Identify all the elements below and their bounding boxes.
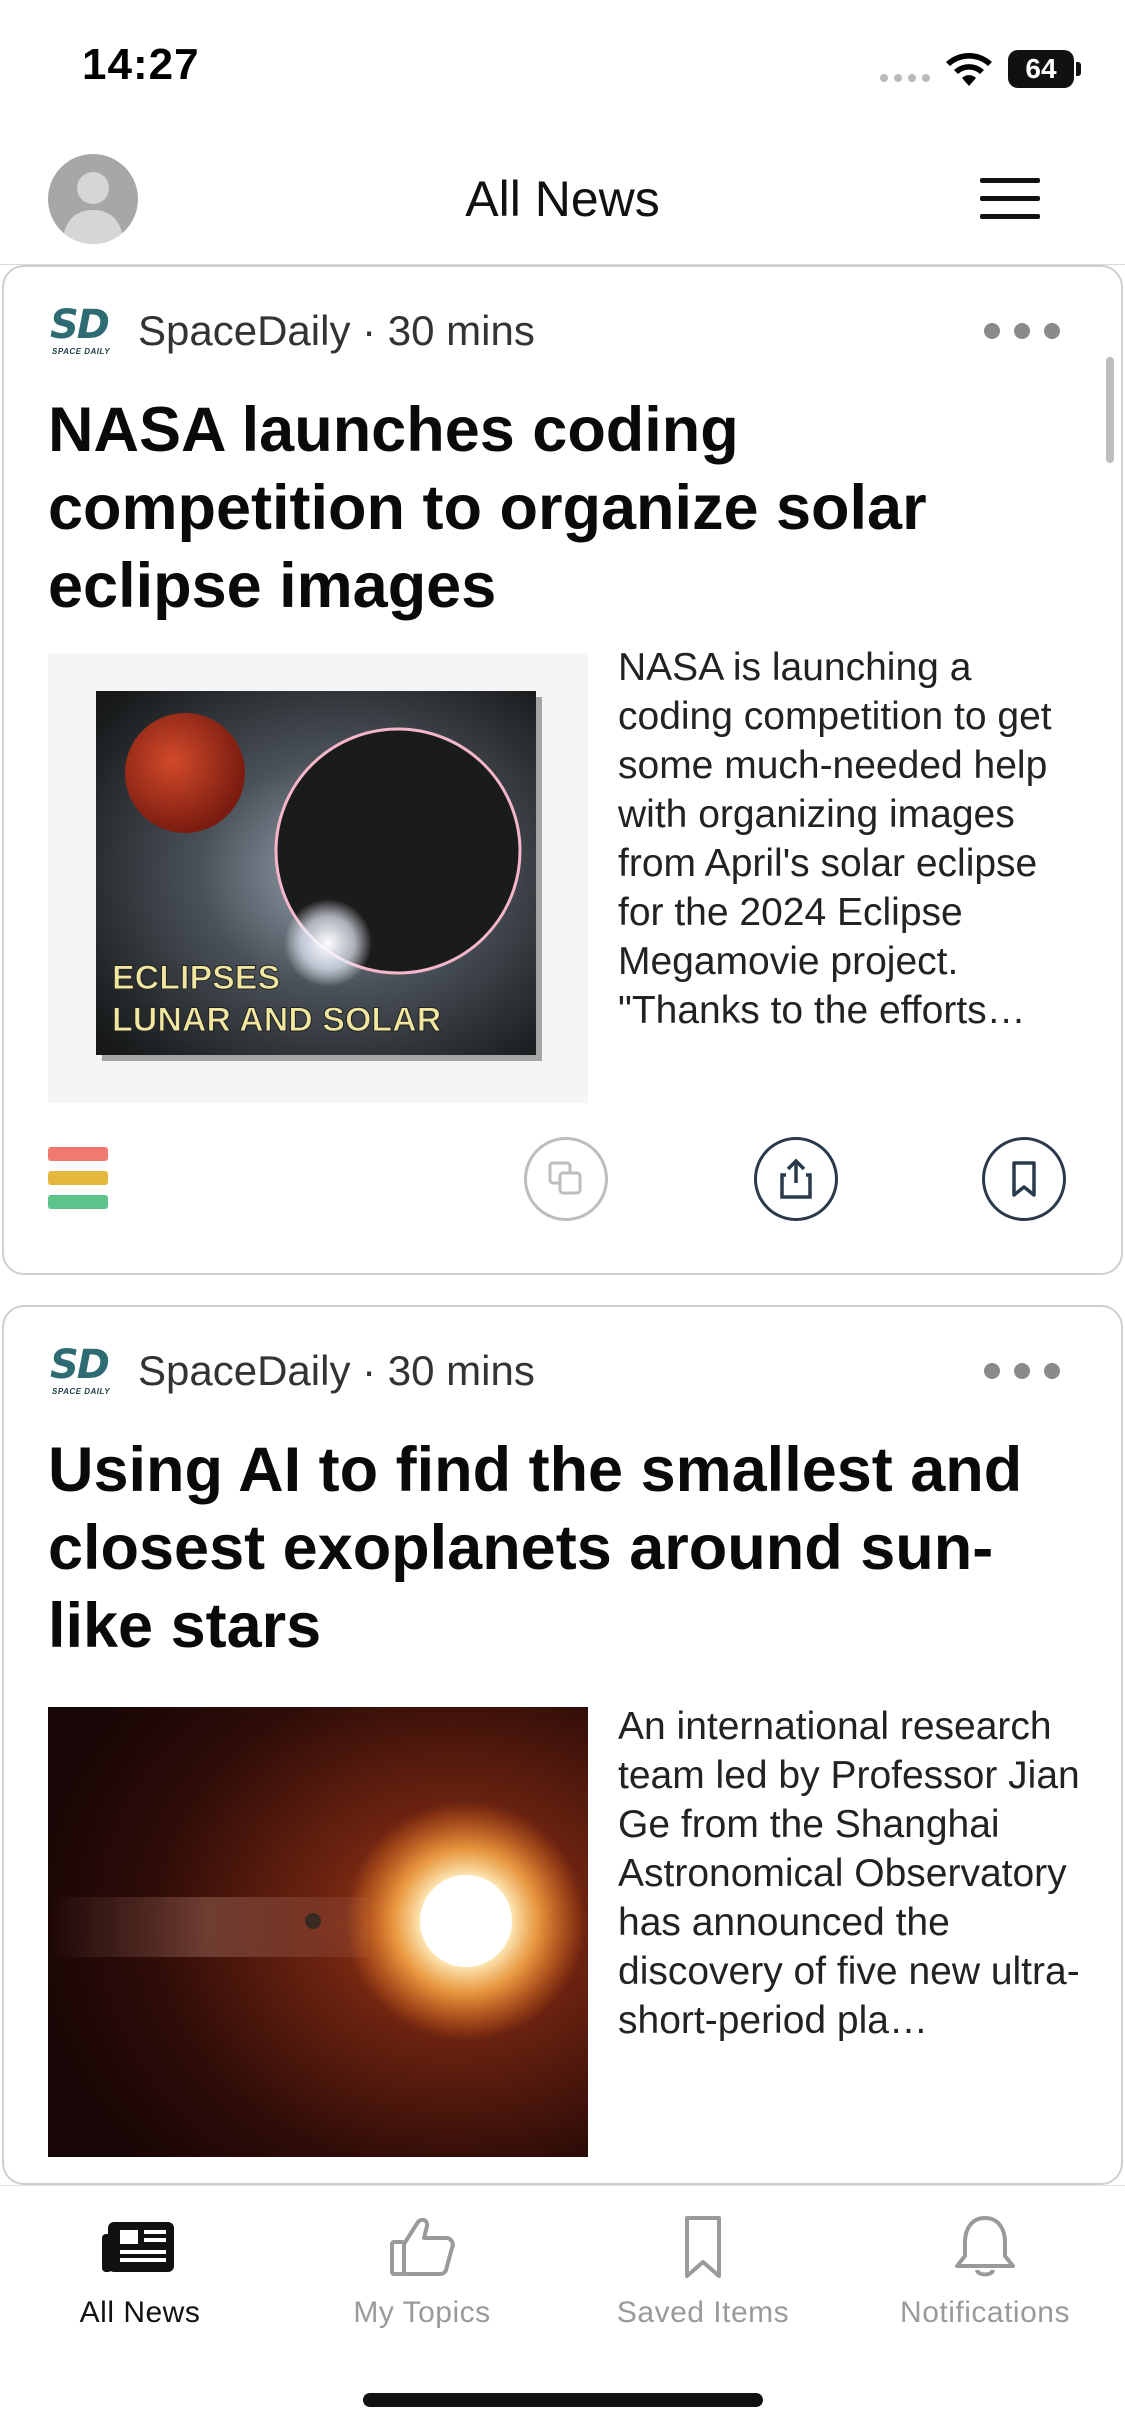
article-meta[interactable]: SpaceDaily · 30 mins — [138, 307, 535, 355]
home-indicator[interactable] — [363, 2393, 763, 2407]
copy-icon — [548, 1161, 582, 1195]
tab-label: All News — [79, 2296, 201, 2329]
image-caption-line2: LUNAR AND SOLAR — [112, 1001, 441, 1039]
page-title: All News — [465, 171, 660, 227]
tab-all-news[interactable]: All News — [0, 2212, 280, 2352]
article-summary[interactable]: NASA is launching a coding competition t… — [618, 643, 1088, 1093]
tab-my-topics[interactable]: My Topics — [282, 2212, 562, 2352]
tab-saved-items[interactable]: Saved Items — [563, 2212, 843, 2352]
article-headline[interactable]: NASA launches coding competition to orga… — [48, 391, 1088, 625]
app-header: All News — [0, 140, 1125, 265]
logo-text: SD — [50, 1342, 110, 1388]
battery-level: 64 — [1025, 53, 1057, 84]
status-bar: 14:27 64 — [0, 0, 1125, 140]
hamburger-menu-icon[interactable] — [980, 174, 1040, 224]
share-icon — [780, 1158, 812, 1199]
tab-notifications[interactable]: Notifications — [845, 2212, 1125, 2352]
spacedaily-logo-icon: SD SPACE DAILY — [50, 1343, 116, 1399]
article-summary-text: An international research team led by Pr… — [618, 1705, 1080, 2042]
more-options-icon[interactable] — [984, 1363, 1060, 1379]
tab-label: My Topics — [353, 2296, 491, 2329]
logo-text: SD — [50, 302, 110, 348]
article-summary[interactable]: An international research team led by Pr… — [618, 1702, 1088, 2152]
more-options-icon[interactable] — [984, 323, 1060, 339]
spacedaily-logo-icon: SD SPACE DAILY — [50, 303, 116, 359]
category-tags-icon[interactable] — [48, 1147, 108, 1211]
article-source-row: SD SPACE DAILY SpaceDaily · 30 mins — [50, 1341, 535, 1401]
thumbs-up-icon — [390, 2217, 455, 2276]
copy-button[interactable] — [524, 1137, 608, 1221]
exoplanet-star-image — [48, 1707, 588, 2157]
battery-tip — [1076, 62, 1081, 76]
article-headline[interactable]: Using AI to find the smallest and closes… — [48, 1431, 1088, 1665]
news-feed[interactable]: SD SPACE DAILY SpaceDaily · 30 mins NASA… — [0, 265, 1125, 2185]
battery-icon: 64 — [1008, 50, 1074, 88]
logo-subtext: SPACE DAILY — [52, 1387, 111, 1396]
article-card[interactable]: SD SPACE DAILY SpaceDaily · 30 mins Usin… — [2, 1305, 1123, 2185]
cellular-signal-icon — [880, 74, 930, 82]
eclipse-image: ECLIPSES LUNAR AND SOLAR — [96, 691, 542, 1061]
bookmark-button[interactable] — [982, 1137, 1066, 1221]
article-thumbnail[interactable] — [48, 1707, 588, 2157]
tab-label: Notifications — [900, 2296, 1070, 2329]
tab-label: Saved Items — [616, 2296, 790, 2329]
article-meta[interactable]: SpaceDaily · 30 mins — [138, 1347, 535, 1395]
bookmark-icon — [685, 2216, 721, 2278]
share-button[interactable] — [754, 1137, 838, 1221]
logo-subtext: SPACE DAILY — [52, 347, 111, 356]
bell-icon — [955, 2216, 1015, 2277]
article-thumbnail[interactable]: ECLIPSES LUNAR AND SOLAR — [48, 653, 588, 1103]
bookmark-icon — [1012, 1161, 1036, 1197]
newspaper-icon — [102, 2222, 174, 2272]
status-time: 14:27 — [82, 40, 200, 89]
feed-scrollbar[interactable] — [1106, 357, 1114, 463]
article-summary-text: NASA is launching a coding competition t… — [618, 646, 1052, 1032]
wifi-icon — [946, 53, 992, 86]
article-source-row: SD SPACE DAILY SpaceDaily · 30 mins — [50, 301, 535, 361]
article-card[interactable]: SD SPACE DAILY SpaceDaily · 30 mins NASA… — [2, 265, 1123, 1275]
image-caption-line1: ECLIPSES — [112, 959, 280, 997]
